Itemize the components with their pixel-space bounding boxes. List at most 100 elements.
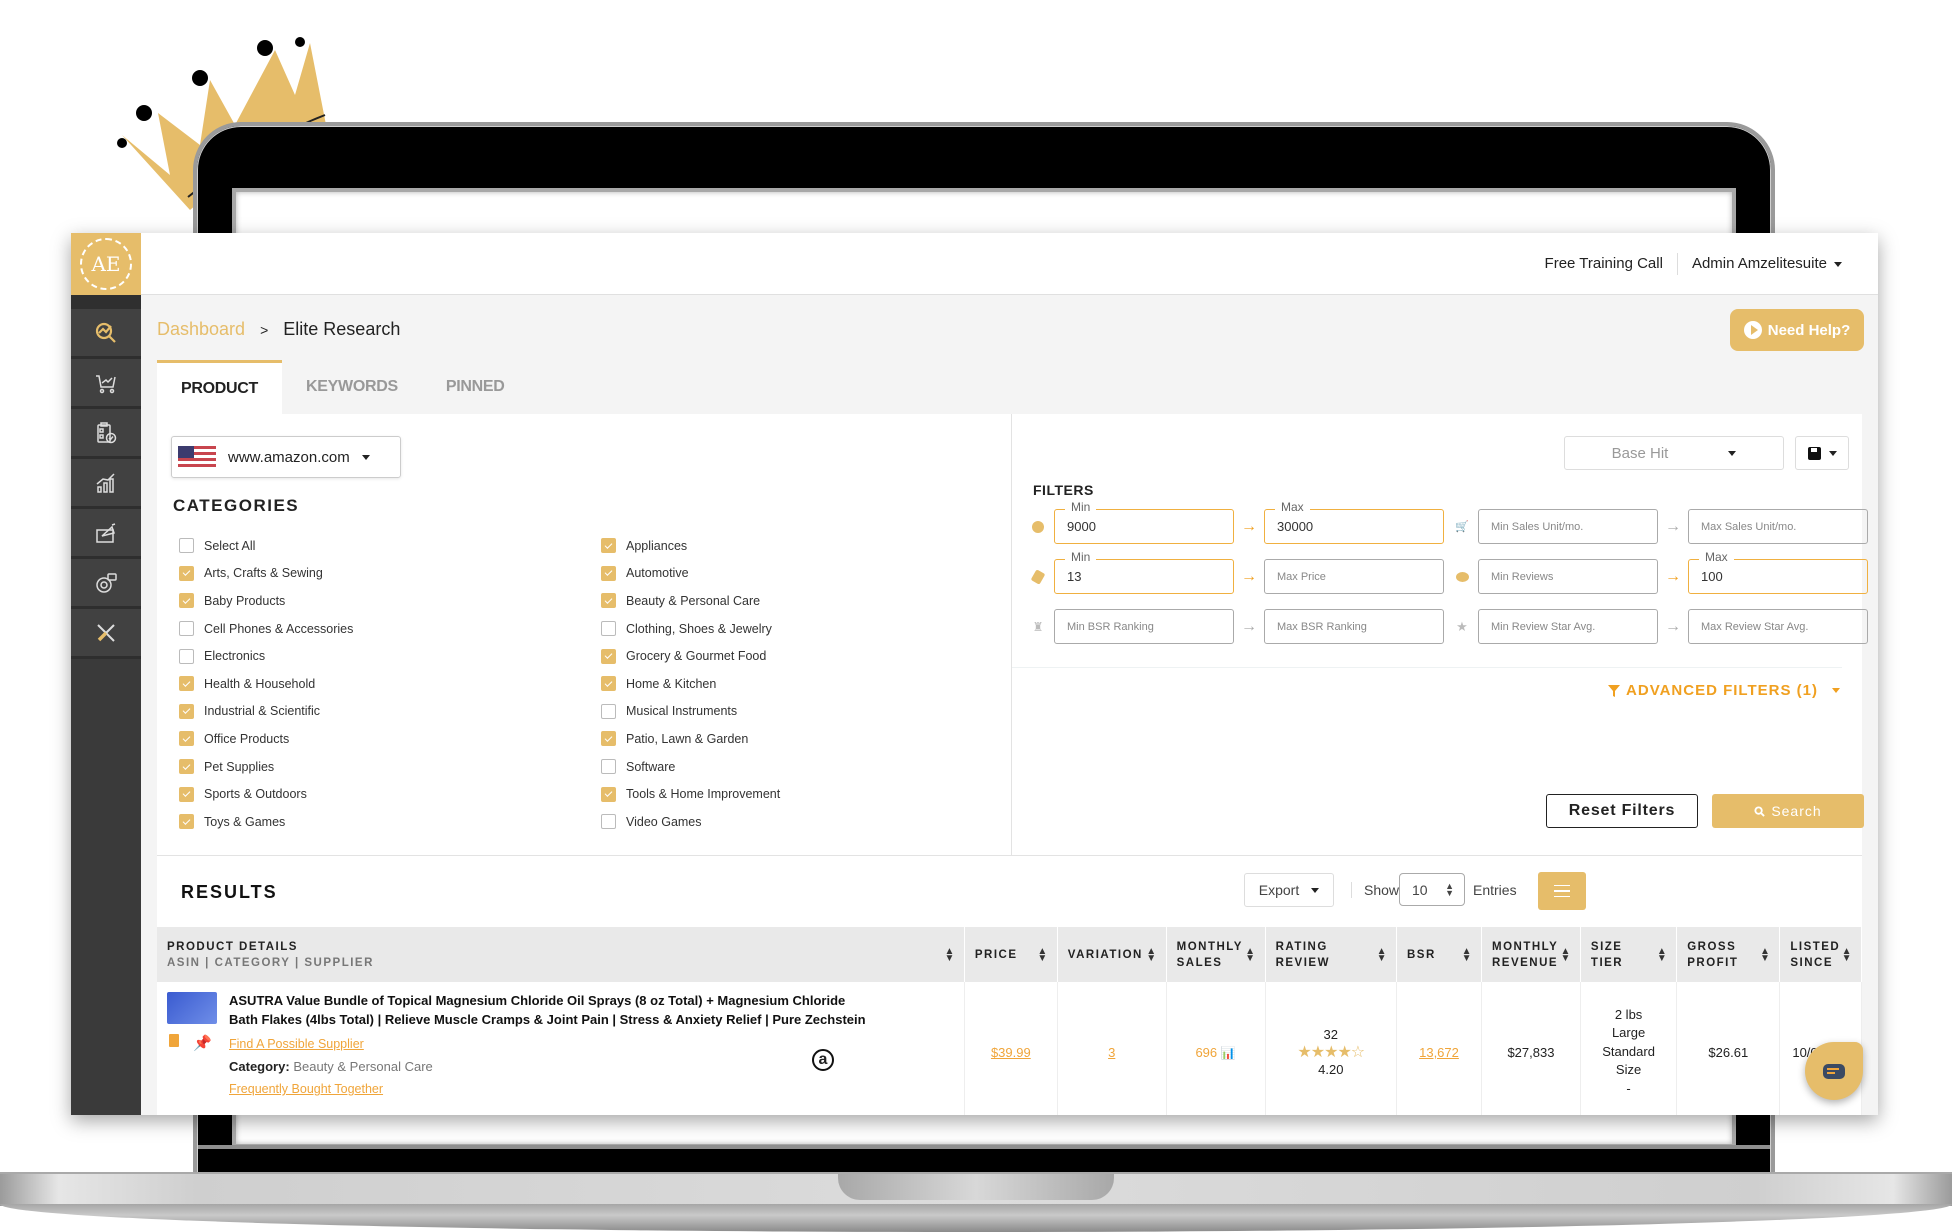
category-checkbox-item[interactable]: Appliances xyxy=(601,532,780,560)
entries-per-page-select[interactable]: 10 ▲ ▼ xyxy=(1399,873,1465,906)
sort-icon[interactable]: ▲ ▼ xyxy=(1760,946,1771,963)
max-reviews-input[interactable]: Max 100 xyxy=(1688,550,1868,594)
checkbox-checked-icon[interactable] xyxy=(179,565,194,581)
column-header[interactable]: MONTHLY SALES ▲ ▼ xyxy=(1166,927,1266,982)
checkbox-checked-icon[interactable] xyxy=(601,731,616,747)
sidebar-item-checklist[interactable] xyxy=(71,409,141,459)
sales-chart-icon[interactable]: 📊 xyxy=(1221,1046,1236,1060)
checkbox-checked-icon[interactable] xyxy=(179,731,194,747)
max-review-star-avg-input[interactable]: Max Review Star Avg. xyxy=(1688,609,1868,644)
free-training-call-link[interactable]: Free Training Call xyxy=(1545,255,1663,272)
sort-icon[interactable]: ▲ ▼ xyxy=(1037,946,1048,963)
sort-icon[interactable]: ▲ ▼ xyxy=(1377,946,1388,963)
sort-icon[interactable]: ▲ ▼ xyxy=(1146,946,1157,963)
checkbox-checked-icon[interactable] xyxy=(601,676,616,692)
product-image[interactable] xyxy=(167,992,217,1024)
checkbox-unchecked-icon[interactable] xyxy=(601,703,616,719)
sort-icon[interactable]: ▲ ▼ xyxy=(1561,946,1572,963)
checkbox-unchecked-icon[interactable] xyxy=(601,621,616,637)
column-header[interactable]: VARIATION ▲ ▼ xyxy=(1057,927,1167,982)
sidebar-item-marketing[interactable] xyxy=(71,509,141,559)
min-sales-unit-mo-input[interactable]: Min Sales Unit/mo. xyxy=(1478,509,1658,544)
sidebar-item-cart-trends[interactable] xyxy=(71,359,141,409)
calculator-icon[interactable] xyxy=(169,1034,179,1047)
category-checkbox-item[interactable]: Beauty & Personal Care xyxy=(601,587,780,615)
list-view-button[interactable] xyxy=(1538,872,1586,910)
category-checkbox-item[interactable]: Video Games xyxy=(601,808,780,836)
category-checkbox-item[interactable]: Cell Phones & Accessories xyxy=(179,615,353,643)
category-checkbox-item[interactable]: Arts, Crafts & Sewing xyxy=(179,560,353,588)
sort-icon[interactable]: ▲ ▼ xyxy=(1462,946,1473,963)
category-checkbox-item[interactable]: Baby Products xyxy=(179,587,353,615)
checkbox-checked-icon[interactable] xyxy=(601,538,616,554)
category-checkbox-item[interactable]: Musical Instruments xyxy=(601,698,780,726)
variation-value[interactable]: 3 xyxy=(1108,1045,1115,1060)
category-checkbox-item[interactable]: Toys & Games xyxy=(179,808,353,836)
min-review-star-avg-input[interactable]: Min Review Star Avg. xyxy=(1478,609,1658,644)
checkbox-unchecked-icon[interactable] xyxy=(601,814,616,830)
sort-icon[interactable]: ▲ ▼ xyxy=(944,946,955,963)
amazon-link-icon[interactable]: a xyxy=(812,1049,834,1071)
category-checkbox-item[interactable]: Electronics xyxy=(179,642,353,670)
category-checkbox-item[interactable]: Select All xyxy=(179,532,353,560)
sort-icon[interactable]: ▲ ▼ xyxy=(1842,946,1853,963)
frequently-bought-together-link[interactable]: Frequently Bought Together xyxy=(229,1080,869,1099)
min-revenue-input[interactable]: Min 9000 xyxy=(1054,500,1234,544)
checkbox-unchecked-icon[interactable] xyxy=(179,648,194,664)
find-supplier-link[interactable]: Find A Possible Supplier xyxy=(229,1035,869,1054)
pin-icon[interactable]: 📌 xyxy=(193,1034,212,1052)
marketplace-select[interactable]: www.amazon.com xyxy=(171,436,401,478)
category-checkbox-item[interactable]: Grocery & Gourmet Food xyxy=(601,642,780,670)
reset-filters-button[interactable]: Reset Filters xyxy=(1546,794,1698,828)
logo[interactable]: AE xyxy=(71,233,141,295)
checkbox-unchecked-icon[interactable] xyxy=(179,538,194,554)
column-header[interactable]: MONTHLY REVENUE ▲ ▼ xyxy=(1481,927,1581,982)
category-checkbox-item[interactable]: Automotive xyxy=(601,560,780,588)
sidebar-item-product-research[interactable] xyxy=(71,309,141,359)
category-checkbox-item[interactable]: Health & Household xyxy=(179,670,353,698)
column-header[interactable]: PRODUCT DETAILS ASIN | CATEGORY | SUPPLIE… xyxy=(157,927,965,982)
checkbox-checked-icon[interactable] xyxy=(179,814,194,830)
tab-pinned[interactable]: PINNED xyxy=(422,360,529,414)
column-header[interactable]: RATING REVIEW ▲ ▼ xyxy=(1265,927,1398,982)
max-sales-unit-mo-input[interactable]: Max Sales Unit/mo. xyxy=(1688,509,1868,544)
bsr-value[interactable]: 13,672 xyxy=(1419,1045,1459,1060)
category-checkbox-item[interactable]: Home & Kitchen xyxy=(601,670,780,698)
need-help-button[interactable]: Need Help? xyxy=(1730,309,1864,351)
max-price-input[interactable]: Max Price xyxy=(1264,559,1444,594)
price-value[interactable]: $39.99 xyxy=(991,1045,1031,1060)
checkbox-checked-icon[interactable] xyxy=(179,593,194,609)
category-checkbox-item[interactable]: Tools & Home Improvement xyxy=(601,780,780,808)
export-button[interactable]: Export xyxy=(1244,873,1334,907)
user-menu[interactable]: Admin Amzelitesuite xyxy=(1692,255,1842,272)
max-bsr-ranking-input[interactable]: Max BSR Ranking xyxy=(1264,609,1444,644)
min-bsr-ranking-input[interactable]: Min BSR Ranking xyxy=(1054,609,1234,644)
filter-preset-select[interactable]: Base Hit xyxy=(1564,436,1784,470)
category-checkbox-item[interactable]: Industrial & Scientific xyxy=(179,698,353,726)
tab-product[interactable]: PRODUCT xyxy=(157,360,283,414)
checkbox-checked-icon[interactable] xyxy=(179,786,194,802)
breadcrumb-dashboard[interactable]: Dashboard xyxy=(157,319,245,339)
checkbox-unchecked-icon[interactable] xyxy=(179,621,194,637)
max-revenue-input[interactable]: Max 30000 xyxy=(1264,500,1444,544)
column-header[interactable]: BSR ▲ ▼ xyxy=(1396,927,1482,982)
checkbox-checked-icon[interactable] xyxy=(601,786,616,802)
tab-keywords[interactable]: KEYWORDS xyxy=(282,360,422,414)
sidebar-item-tools[interactable] xyxy=(71,609,141,659)
min-reviews-input[interactable]: Min Reviews xyxy=(1478,559,1658,594)
checkbox-checked-icon[interactable] xyxy=(601,565,616,581)
category-checkbox-item[interactable]: Clothing, Shoes & Jewelry xyxy=(601,615,780,643)
checkbox-checked-icon[interactable] xyxy=(179,703,194,719)
min-price-input[interactable]: Min 13 xyxy=(1054,550,1234,594)
checkbox-checked-icon[interactable] xyxy=(601,648,616,664)
search-button[interactable]: Search xyxy=(1712,794,1864,828)
column-header[interactable]: LISTED SINCE ▲ ▼ xyxy=(1779,927,1862,982)
advanced-filters-toggle[interactable]: ADVANCED FILTERS (1) xyxy=(1608,682,1840,699)
checkbox-checked-icon[interactable] xyxy=(601,593,616,609)
checkbox-unchecked-icon[interactable] xyxy=(601,759,616,775)
sidebar-item-growth[interactable] xyxy=(71,459,141,509)
category-checkbox-item[interactable]: Sports & Outdoors xyxy=(179,780,353,808)
column-header[interactable]: SIZE TIER ▲ ▼ xyxy=(1580,927,1678,982)
sort-icon[interactable]: ▲ ▼ xyxy=(1245,946,1256,963)
sidebar-item-tracker[interactable] xyxy=(71,559,141,609)
